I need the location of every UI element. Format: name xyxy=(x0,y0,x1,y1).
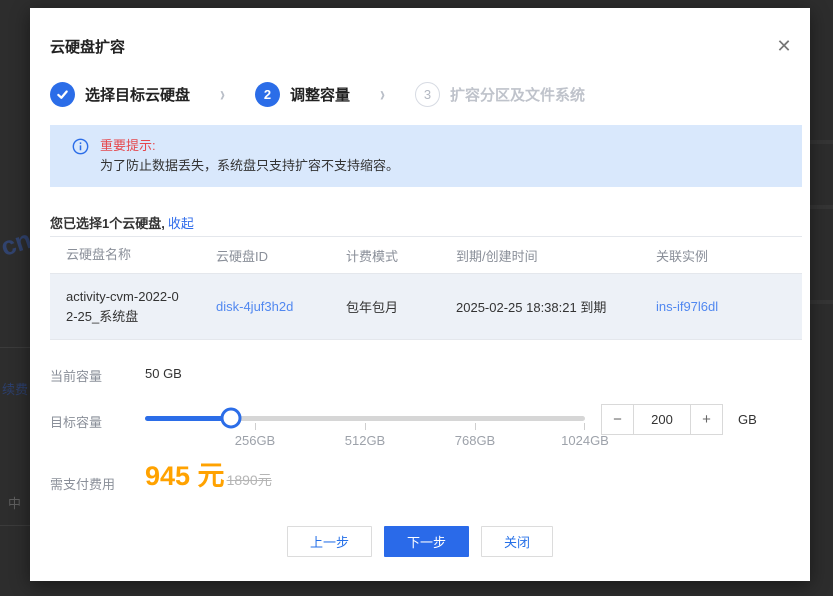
slider-tick xyxy=(255,423,256,430)
fee-label: 需支付费用 xyxy=(50,474,115,493)
capacity-unit-label: GB xyxy=(738,412,757,427)
disk-table: 云硬盘名称 云硬盘ID 计费模式 到期/创建时间 关联实例 activity-c… xyxy=(50,236,802,340)
table-header-row: 云硬盘名称 云硬盘ID 计费模式 到期/创建时间 关联实例 xyxy=(50,236,802,274)
table-row: activity-cvm-2022-02-25_系统盘 disk-4juf3h2… xyxy=(50,274,802,340)
background-right-hint xyxy=(810,300,833,304)
instance-link[interactable]: ins-if97l6dl xyxy=(656,299,718,314)
cell-instance: ins-if97l6dl xyxy=(640,299,802,314)
target-capacity-label: 目标容量 xyxy=(50,412,102,431)
fee-amount: 945 元 xyxy=(145,461,225,491)
step-2-label: 调整容量 xyxy=(290,84,350,105)
selection-text: 您已选择1个云硬盘, xyxy=(50,216,165,231)
important-notice-alert: 重要提示: 为了防止数据丢失，系统盘只支持扩容不支持缩容。 xyxy=(50,125,802,187)
stepper-plus-button[interactable]: + xyxy=(691,404,723,435)
fee-original-price: 1890元 xyxy=(227,472,272,488)
step-indicator: 选择目标云硬盘 › 2 调整容量 › 3 扩容分区及文件系统 xyxy=(50,82,585,107)
dialog-title: 云硬盘扩容 xyxy=(50,36,125,57)
chevron-right-icon: › xyxy=(380,83,385,107)
cell-billing-mode: 包年包月 xyxy=(330,297,440,316)
capacity-input[interactable] xyxy=(633,404,691,435)
tick-label-1024: 1024GB xyxy=(561,433,609,448)
alert-title: 重要提示: xyxy=(100,136,786,156)
disk-expand-dialog: 云硬盘扩容 ✕ 选择目标云硬盘 › 2 调整容量 › 3 扩容分区及文件系统 xyxy=(30,8,810,581)
prev-step-button[interactable]: 上一步 xyxy=(287,526,372,557)
cell-expire-time: 2025-02-25 18:38:21 到期 xyxy=(440,297,640,316)
background-divider xyxy=(0,525,30,526)
info-icon xyxy=(72,138,89,155)
step-3-label: 扩容分区及文件系统 xyxy=(450,84,585,105)
stepper-minus-button[interactable]: − xyxy=(601,404,633,435)
step-2-circle: 2 xyxy=(255,82,280,107)
step-adjust-capacity[interactable]: 2 调整容量 xyxy=(255,82,350,107)
tick-label-768: 768GB xyxy=(455,433,495,448)
chevron-right-icon: › xyxy=(220,83,225,107)
collapse-link[interactable]: 收起 xyxy=(168,216,194,231)
header-billing-mode: 计费模式 xyxy=(330,246,440,265)
close-icon[interactable]: ✕ xyxy=(770,32,798,60)
cell-disk-id: disk-4juf3h2d xyxy=(200,299,330,314)
background-right-hint xyxy=(810,205,833,209)
background-text: 中 xyxy=(8,493,21,512)
step-1-label: 选择目标云硬盘 xyxy=(85,84,190,105)
capacity-stepper: − + xyxy=(601,404,723,435)
alert-body: 为了防止数据丢失，系统盘只支持扩容不支持缩容。 xyxy=(100,156,786,176)
next-step-button[interactable]: 下一步 xyxy=(384,526,469,557)
header-disk-name: 云硬盘名称 xyxy=(50,245,200,265)
current-capacity-label: 当前容量 xyxy=(50,366,102,385)
selection-summary: 您已选择1个云硬盘,收起 xyxy=(50,213,194,232)
header-disk-id: 云硬盘ID xyxy=(200,246,330,265)
header-instance: 关联实例 xyxy=(640,246,802,265)
slider-handle[interactable] xyxy=(220,408,241,429)
cell-disk-name: activity-cvm-2022-02-25_系统盘 xyxy=(50,287,200,327)
slider-tick xyxy=(584,423,585,430)
step-3-circle: 3 xyxy=(415,82,440,107)
header-expire-time: 到期/创建时间 xyxy=(440,246,640,265)
slider-fill xyxy=(145,416,231,421)
close-button[interactable]: 关闭 xyxy=(481,526,553,557)
check-icon xyxy=(56,88,69,101)
dialog-footer: 上一步 下一步 关闭 xyxy=(30,526,810,557)
background-right-hint xyxy=(810,140,833,144)
tick-label-512: 512GB xyxy=(345,433,385,448)
fee-value: 945 元1890元 xyxy=(145,454,272,493)
disk-id-link[interactable]: disk-4juf3h2d xyxy=(216,299,293,314)
tick-label-256: 256GB xyxy=(235,433,275,448)
capacity-slider[interactable]: 256GB 512GB 768GB 1024GB xyxy=(145,406,585,452)
step-1-circle xyxy=(50,82,75,107)
step-expand-partition: 3 扩容分区及文件系统 xyxy=(415,82,585,107)
current-capacity-value: 50 GB xyxy=(145,366,182,381)
slider-tick xyxy=(475,423,476,430)
step-select-disk[interactable]: 选择目标云硬盘 xyxy=(50,82,190,107)
background-divider xyxy=(0,347,30,348)
background-renew-link: 续费 xyxy=(2,379,28,398)
slider-tick xyxy=(365,423,366,430)
